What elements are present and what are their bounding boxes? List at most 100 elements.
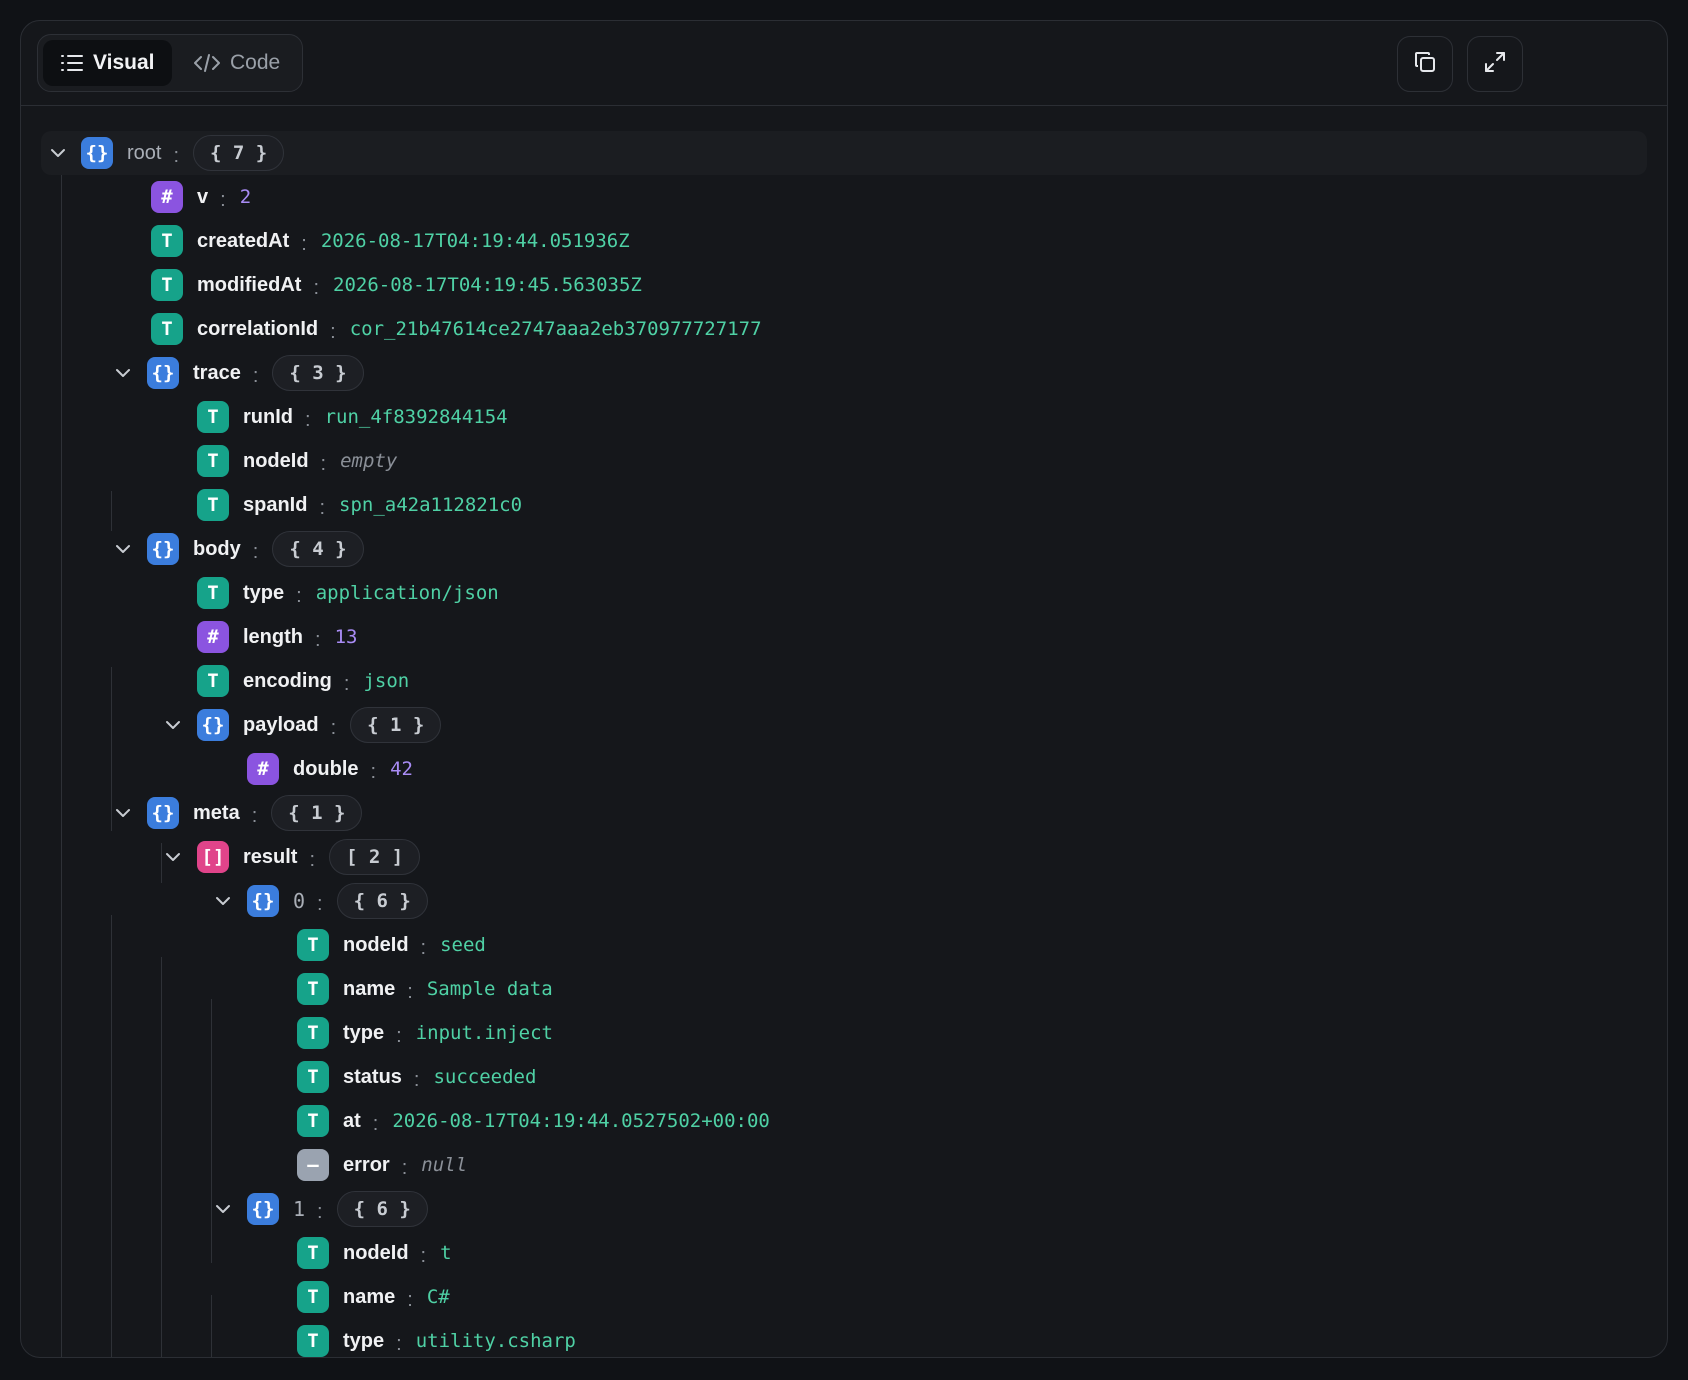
node-value[interactable]: 42 [390,758,413,780]
node-value[interactable]: t [440,1242,451,1264]
colon: : [319,496,326,519]
tree-node[interactable]: # double : 42 [21,747,1667,791]
tree-node[interactable]: T name : Sample data [21,967,1667,1011]
colon: : [420,1244,427,1267]
node-label: type : utility.csharp [343,1319,576,1357]
node-label: double : 42 [293,747,413,791]
node-value[interactable]: input.inject [416,1022,553,1044]
node-value[interactable]: cor_21b47614ce2747aaa2eb370977727177 [350,318,762,340]
node-value[interactable]: Sample data [427,978,553,1000]
node-value[interactable]: succeeded [433,1066,536,1088]
node-value[interactable]: application/json [316,582,499,604]
node-label: type : input.inject [343,1011,553,1055]
colon: : [372,1112,379,1135]
node-label: encoding : json [243,659,409,703]
code-icon [194,53,220,73]
node-key: runId [243,405,293,428]
tree-node-result-0[interactable]: {} 0 : { 6 } [21,879,1667,923]
node-value[interactable]: seed [440,934,486,956]
tree-node[interactable]: T at : 2026-08-17T04:19:44.0527502+00:00 [21,1099,1667,1143]
view-mode-tabs: Visual Code [37,34,303,92]
node-label: 0 : { 6 } [293,879,428,923]
tree-node[interactable]: – error : null [21,1143,1667,1187]
string-type-icon: T [151,313,183,345]
tree-node[interactable]: T correlationId : cor_21b47614ce2747aaa2… [21,307,1667,351]
tree-node[interactable]: T nodeId : seed [21,923,1667,967]
string-type-icon: T [197,577,229,609]
number-type-icon: # [197,621,229,653]
node-value[interactable]: run_4f8392844154 [325,406,508,428]
tree-node[interactable]: T modifiedAt : 2026-08-17T04:19:45.56303… [21,263,1667,307]
node-key: nodeId [243,449,309,472]
chevron-down-icon[interactable] [211,1197,235,1221]
node-value[interactable]: empty [340,450,397,472]
node-label: runId : run_4f8392844154 [243,395,508,439]
string-type-icon: T [297,973,329,1005]
tree-node[interactable]: # length : 13 [21,615,1667,659]
chevron-down-icon[interactable] [111,801,135,825]
tree-node[interactable]: T runId : run_4f8392844154 [21,395,1667,439]
node-key: at [343,1109,361,1132]
colon: : [330,716,337,739]
chevron-down-icon[interactable] [111,537,135,561]
tree-node-payload[interactable]: {} payload : { 1 } [21,703,1667,747]
expand-button[interactable] [1467,36,1523,92]
tree-node[interactable]: # v : 2 [21,175,1667,219]
colon: : [320,452,327,475]
tree-node-body[interactable]: {} body : { 4 } [21,527,1667,571]
tab-visual[interactable]: Visual [43,40,173,86]
node-value[interactable]: C# [427,1286,450,1308]
chevron-down-icon[interactable] [211,889,235,913]
tree-node[interactable]: T name : C# [21,1275,1667,1319]
chevron-down-icon[interactable] [111,361,135,385]
tree-node[interactable]: T nodeId : empty [21,439,1667,483]
tree-node[interactable]: T type : utility.csharp [21,1319,1667,1357]
colon: : [420,936,427,959]
tree-node[interactable]: T status : succeeded [21,1055,1667,1099]
node-value[interactable]: 2 [240,186,251,208]
copy-icon [1413,50,1437,79]
tree-node[interactable]: T nodeId : t [21,1231,1667,1275]
colon: : [252,364,259,387]
count-badge: { 6 } [336,883,428,919]
json-tree: {} root : { 7 } # v : 2 T createdAt : 20… [21,105,1667,1357]
node-value[interactable]: null [421,1154,467,1176]
tree-node[interactable]: T type : input.inject [21,1011,1667,1055]
tab-code[interactable]: Code [176,40,298,86]
node-value[interactable]: json [363,670,409,692]
tree-node-result[interactable]: [] result : [ 2 ] [21,835,1667,879]
tree-node[interactable]: T encoding : json [21,659,1667,703]
tree-node[interactable]: T createdAt : 2026-08-17T04:19:44.051936… [21,219,1667,263]
tree-node[interactable]: T type : application/json [21,571,1667,615]
node-value[interactable]: utility.csharp [416,1330,576,1352]
tree-node[interactable]: T spanId : spn_a42a112821c0 [21,483,1667,527]
node-value[interactable]: spn_a42a112821c0 [339,494,522,516]
node-value[interactable]: 2026-08-17T04:19:45.563035Z [333,274,642,296]
node-value[interactable]: 13 [335,626,358,648]
node-label: modifiedAt : 2026-08-17T04:19:45.563035Z [197,263,642,307]
tree-node-result-1[interactable]: {} 1 : { 6 } [21,1187,1667,1231]
tree-node-root[interactable]: {} root : { 7 } [41,131,1647,175]
object-type-icon: {} [197,709,229,741]
node-key: result [243,845,298,868]
node-key: error [343,1153,390,1176]
node-key: name [343,977,396,1000]
node-value[interactable]: 2026-08-17T04:19:44.051936Z [321,230,630,252]
node-key: meta [193,801,240,824]
tree-node-trace[interactable]: {} trace : { 3 } [21,351,1667,395]
chevron-down-icon[interactable] [46,141,70,165]
string-type-icon: T [197,489,229,521]
count-badge: { 7 } [193,135,285,171]
chevron-down-icon[interactable] [161,845,185,869]
colon: : [301,232,307,255]
tree-node-meta[interactable]: {} meta : { 1 } [21,791,1667,835]
node-label: error : null [343,1143,467,1187]
colon: : [396,1332,402,1355]
chevron-down-icon[interactable] [161,713,185,737]
copy-button[interactable] [1397,36,1453,92]
node-value[interactable]: 2026-08-17T04:19:44.0527502+00:00 [392,1110,770,1132]
list-icon [61,53,83,73]
node-key: modifiedAt [197,273,302,296]
node-key: double [293,757,359,780]
node-key: spanId [243,493,308,516]
